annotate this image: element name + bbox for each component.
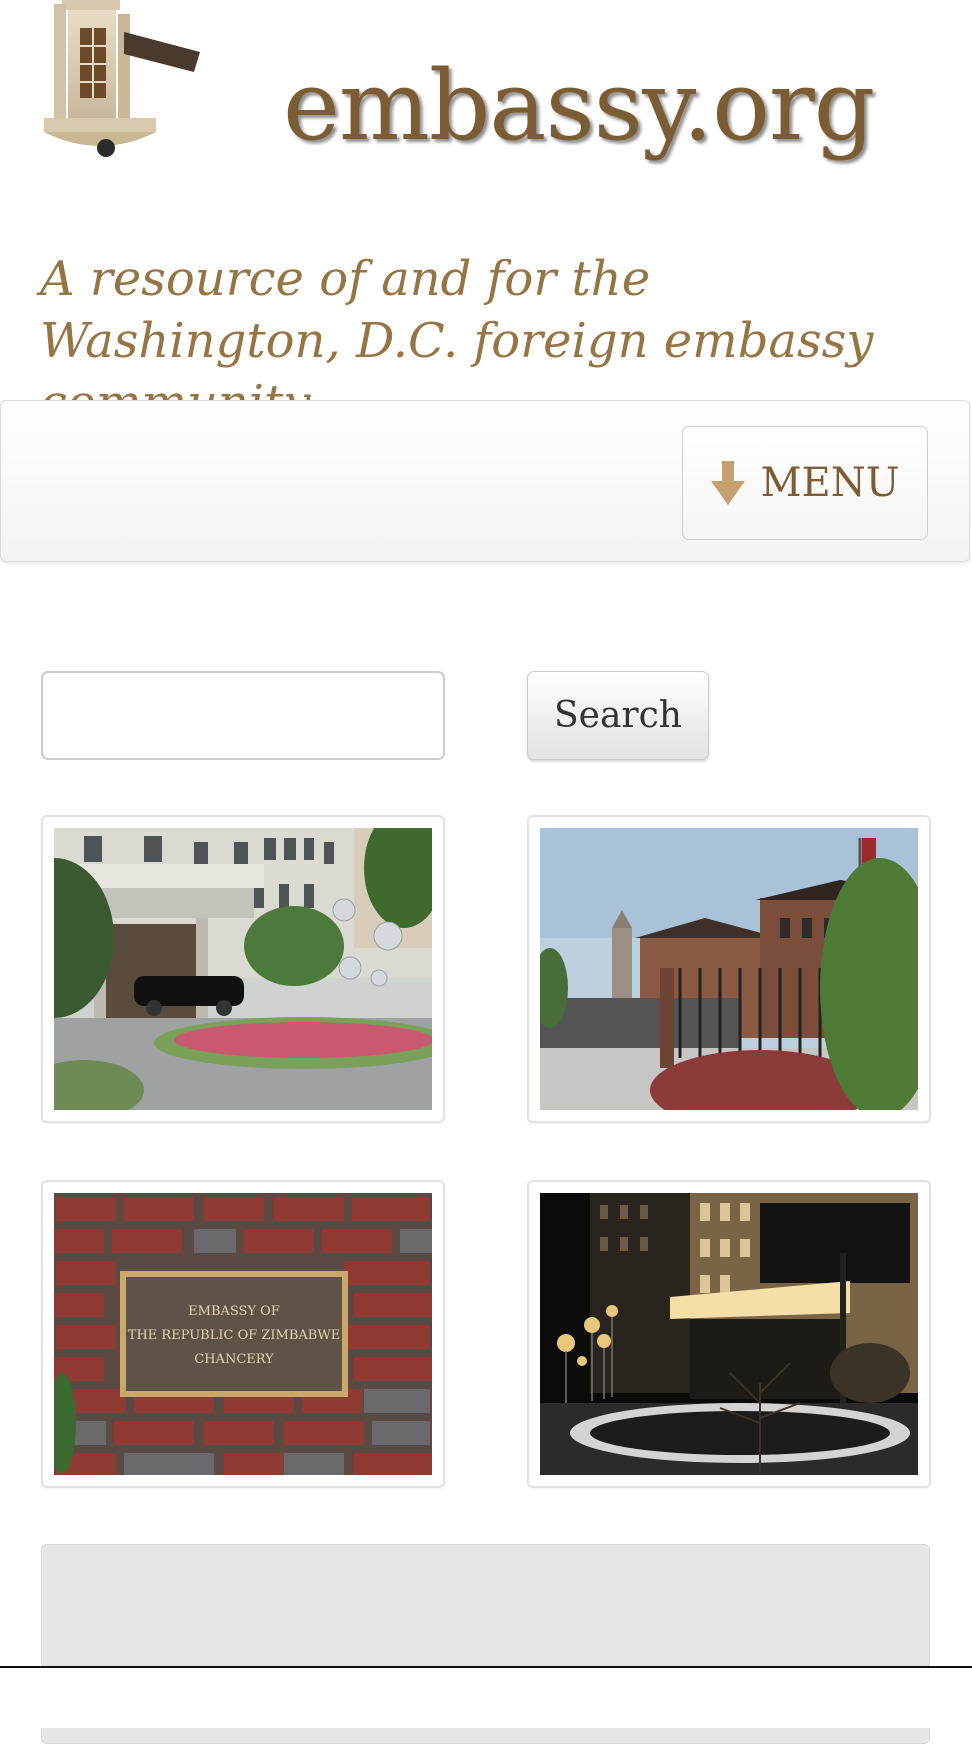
gallery-card-4[interactable] <box>527 1180 931 1488</box>
gallery-card-2[interactable] <box>527 815 931 1123</box>
svg-text:THE REPUBLIC OF ZIMBABWE: THE REPUBLIC OF ZIMBABWE <box>128 1328 340 1343</box>
arrow-down-icon <box>710 461 745 505</box>
svg-text:CHANCERY: CHANCERY <box>194 1352 274 1367</box>
search-input[interactable] <box>41 671 445 760</box>
zimbabwe-chancery-plaque-photo: EMBASSY OF THE REPUBLIC OF ZIMBABWE CHAN… <box>54 1193 432 1475</box>
embassy-night-photo <box>540 1193 918 1475</box>
gallery-card-1[interactable] <box>41 815 445 1123</box>
svg-text:EMBASSY OF: EMBASSY OF <box>188 1304 280 1319</box>
menu-button[interactable]: MENU <box>682 426 928 540</box>
viewport-bottom-area <box>0 1668 972 1728</box>
site-title[interactable]: embassy.org <box>283 58 875 154</box>
search-button[interactable]: Search <box>527 671 709 760</box>
gallery-card-3[interactable]: EMBASSY OF THE REPUBLIC OF ZIMBABWE CHAN… <box>41 1180 445 1488</box>
embassy-gate-photo <box>540 828 918 1110</box>
embassy-building-icon[interactable] <box>40 0 202 166</box>
menu-label: MENU <box>760 460 900 506</box>
embassy-entrance-photo <box>54 828 432 1110</box>
